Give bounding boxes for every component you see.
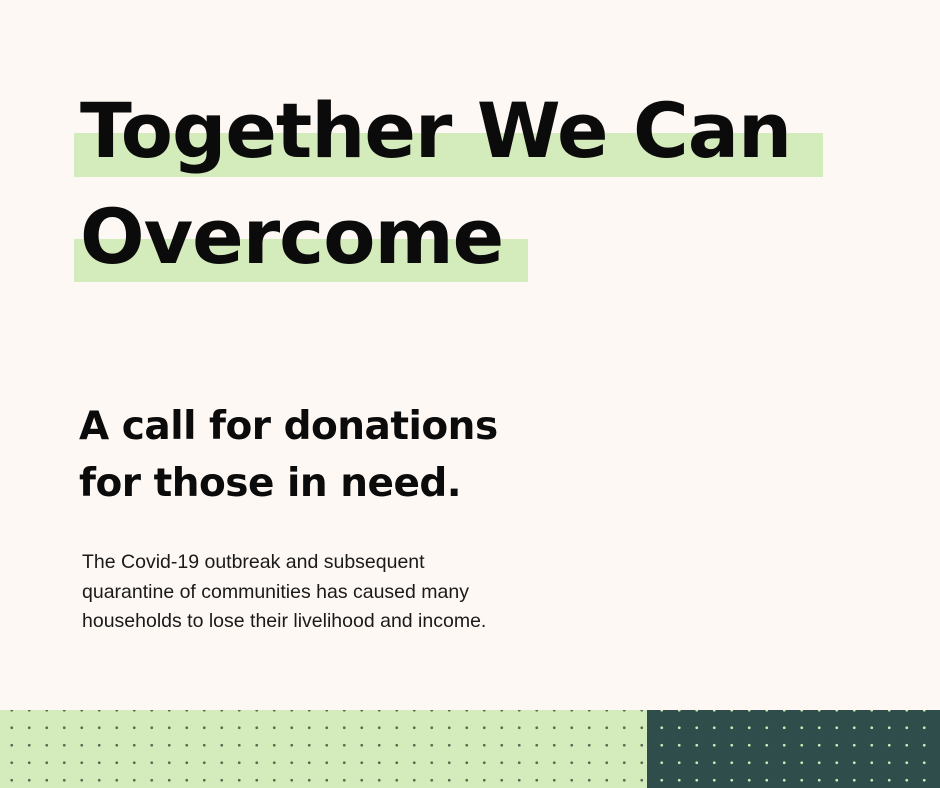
body-paragraph: The Covid-19 outbreak and subsequent qua… <box>82 548 486 637</box>
headline: Together We Can Overcome <box>0 0 940 300</box>
subtitle: A call for donations for those in need. <box>79 398 498 512</box>
subtitle-line: A call for donations <box>79 404 498 449</box>
footer-dot-pattern-light <box>0 710 647 788</box>
body-line: quarantine of communities has caused man… <box>82 580 469 603</box>
headline-line: Overcome <box>80 192 504 281</box>
footer-dot-pattern-dark <box>647 710 940 788</box>
subtitle-line: for those in need. <box>79 461 462 506</box>
body-line: households to lose their livelihood and … <box>82 610 487 632</box>
headline-line: Together We Can <box>80 86 792 175</box>
body-line: The Covid-19 outbreak and subsequent <box>82 551 425 573</box>
